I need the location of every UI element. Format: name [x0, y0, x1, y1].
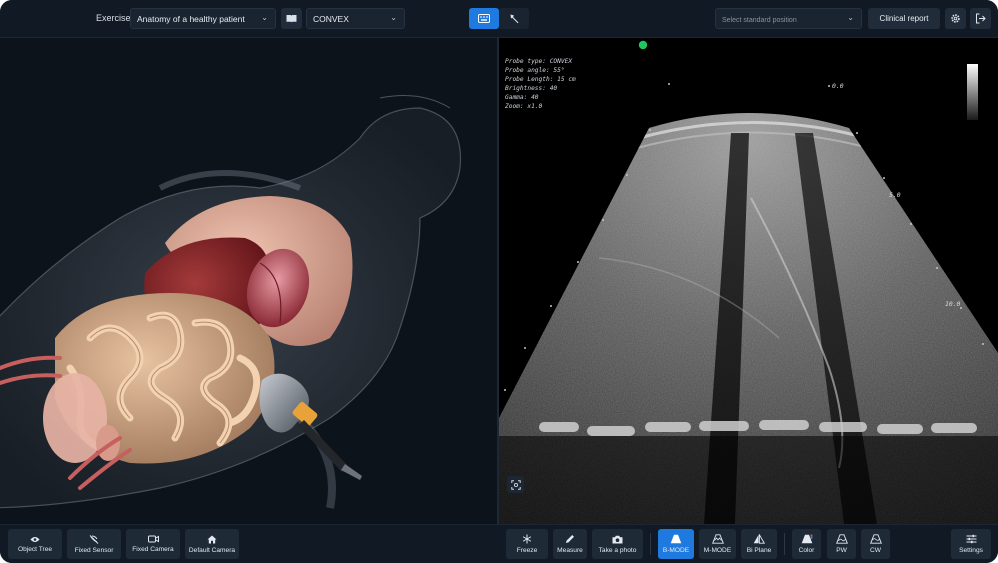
pencil-icon	[566, 535, 574, 543]
photo-camera-icon	[612, 535, 623, 543]
logout-icon	[976, 13, 986, 24]
sensor-off-icon	[89, 534, 99, 544]
probe-icon	[510, 14, 518, 24]
logout-button[interactable]	[970, 8, 991, 29]
info-probe-type: Probe type: CONVEX	[505, 58, 573, 65]
chevron-down-icon: ⌄	[847, 13, 854, 22]
fixed-camera-label: Fixed Camera	[132, 546, 174, 553]
depth-label: 5.0	[889, 191, 901, 199]
freeze-label: Freeze	[516, 547, 538, 554]
depth-label: 0.0	[832, 82, 844, 90]
home-icon	[207, 535, 217, 543]
standard-position-select[interactable]: Select standard position ⌄	[715, 8, 862, 29]
toolbar-separator	[650, 533, 651, 555]
book-icon	[286, 15, 297, 23]
default-camera-button[interactable]: Default Camera	[185, 529, 239, 559]
bottom-toolbar: Object Tree Fixed Sensor Fixed Camera De…	[0, 524, 998, 563]
measure-label: Measure	[557, 547, 583, 554]
m-mode-label: M-MODE	[703, 547, 732, 554]
cw-label: CW	[870, 547, 881, 554]
probe-mode-button[interactable]	[499, 8, 529, 29]
toolbar-separator	[784, 533, 785, 555]
snowflake-icon	[522, 534, 532, 544]
m-mode-icon	[711, 534, 724, 544]
b-mode-icon	[670, 534, 682, 544]
exercise-select[interactable]: Anatomy of a healthy patient ⌄	[130, 8, 276, 29]
sliders-icon	[966, 534, 976, 544]
anatomy-model[interactable]	[0, 38, 497, 524]
fixed-sensor-label: Fixed Sensor	[74, 546, 114, 554]
keyboard-mode-button[interactable]	[469, 8, 499, 29]
settings-button[interactable]	[945, 8, 966, 29]
b-mode-label: B-MODE	[662, 547, 690, 554]
top-toolbar: Exercise: Anatomy of a healthy patient ⌄…	[0, 0, 998, 38]
color-doppler-label: Color	[798, 547, 815, 554]
m-mode-button[interactable]: M-MODE	[699, 529, 736, 559]
b-mode-button[interactable]: B-MODE	[658, 529, 694, 559]
bi-plane-icon	[753, 534, 765, 544]
default-camera-label: Default Camera	[188, 546, 236, 554]
info-probe-length: Probe Length: 15 cm	[505, 76, 576, 83]
info-gamma: Gamma: 40	[505, 94, 539, 101]
take-photo-label: Take a photo	[598, 546, 637, 554]
probe-select-value: CONVEX	[313, 14, 349, 24]
standard-position-placeholder: Select standard position	[722, 17, 797, 24]
settings-label: Settings	[959, 547, 983, 554]
fixed-camera-button[interactable]: Fixed Camera	[126, 529, 180, 559]
settings-icon	[951, 14, 960, 23]
object-tree-label: Object Tree	[17, 545, 53, 553]
focus-icon	[510, 479, 521, 490]
probe-info-overlay: Probe type: CONVEX Probe angle: 55° Prob…	[505, 57, 576, 111]
app-window: Exercise: Anatomy of a healthy patient ⌄…	[0, 0, 998, 563]
pw-label: PW	[836, 547, 847, 554]
info-zoom: Zoom: x1.0	[505, 103, 543, 110]
take-photo-button[interactable]: Take a photo	[592, 529, 643, 559]
anatomy-3d-viewport[interactable]	[0, 38, 497, 524]
cw-button[interactable]: CW	[861, 529, 890, 559]
eye-icon	[30, 536, 40, 542]
bi-plane-label: Bi Plane	[746, 547, 772, 554]
exercise-label: Exercise:	[96, 13, 134, 23]
freeze-button[interactable]: Freeze	[506, 529, 548, 559]
chevron-down-icon: ⌄	[390, 13, 397, 22]
color-doppler-icon	[801, 534, 812, 544]
ultrasound-viewport[interactable]: Probe type: CONVEX Probe angle: 55° Prob…	[499, 38, 998, 524]
clinical-report-button[interactable]: Clinical report	[868, 8, 940, 29]
object-tree-button[interactable]: Object Tree	[8, 529, 62, 559]
chevron-down-icon: ⌄	[261, 13, 268, 22]
color-doppler-button[interactable]: Color	[792, 529, 821, 559]
probe-select[interactable]: CONVEX ⌄	[306, 8, 405, 29]
exercise-select-value: Anatomy of a healthy patient	[137, 14, 245, 24]
cw-icon	[869, 534, 882, 544]
keyboard-icon	[478, 14, 490, 23]
fixed-sensor-button[interactable]: Fixed Sensor	[67, 529, 121, 559]
bi-plane-button[interactable]: Bi Plane	[741, 529, 777, 559]
pw-icon	[835, 534, 848, 544]
camera-icon	[147, 535, 159, 543]
recenter-button[interactable]	[507, 476, 524, 493]
measure-button[interactable]: Measure	[553, 529, 587, 559]
pw-button[interactable]: PW	[827, 529, 856, 559]
depth-label: 10.0	[945, 300, 961, 308]
book-button[interactable]	[281, 8, 302, 29]
info-brightness: Brightness: 40	[505, 85, 558, 92]
status-dot	[638, 40, 648, 50]
info-probe-angle: Probe angle: 55°	[505, 67, 565, 74]
settings-panel-button[interactable]: Settings	[951, 529, 991, 559]
